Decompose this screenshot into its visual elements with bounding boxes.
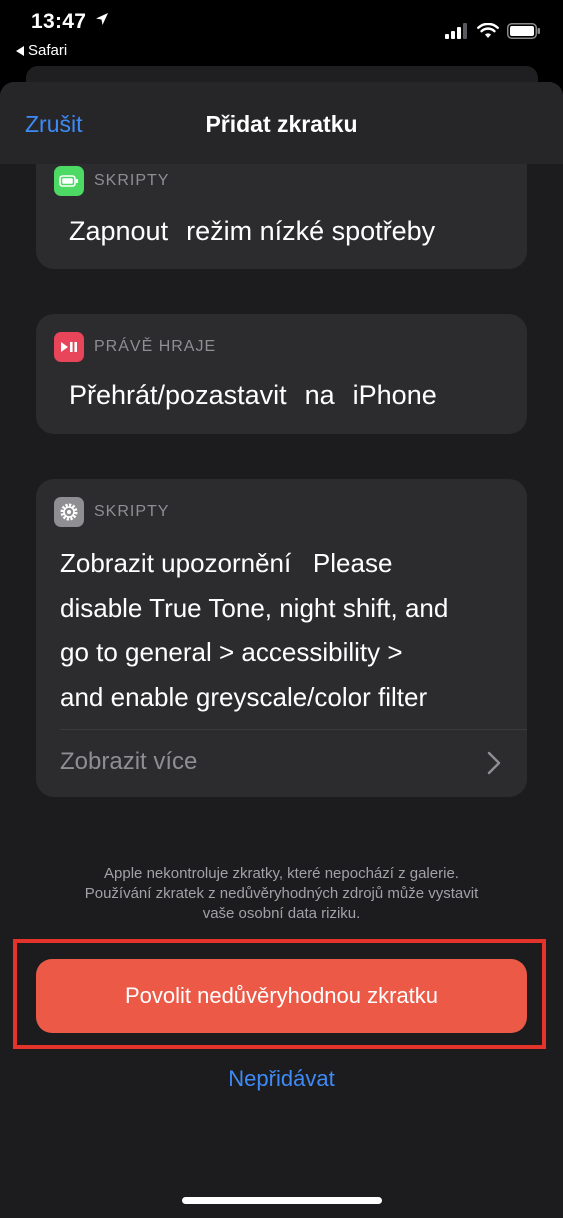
status-time: 13:47 (31, 10, 87, 33)
add-shortcut-sheet: SKRIPTY Zapnout režim nízké spotřeby PRÁV… (0, 82, 563, 1218)
untrusted-warning: Apple nekontroluje zkratky, které nepoch… (40, 864, 523, 924)
back-triangle-icon (16, 45, 24, 56)
action-card-notification: SKRIPTY Zobrazit upozornění Please disab… (36, 479, 527, 797)
show-more-label: Zobrazit více (60, 748, 198, 775)
battery-icon (54, 166, 84, 196)
action-category: PRÁVĚ HRAJE (94, 338, 217, 355)
warning-line: Používání zkratek z nedůvěryhodných zdro… (84, 885, 479, 902)
allow-untrusted-shortcut-button[interactable]: Povolit nedůvěryhodnou zkratku (36, 959, 527, 1033)
location-arrow-icon (95, 12, 109, 31)
battery-icon (507, 23, 541, 44)
action-summary: Zapnout režim nízké spotřeby (69, 216, 435, 247)
notification-line: and enable greyscale/color filter (60, 681, 428, 712)
action-token: na (304, 380, 335, 410)
wifi-icon (477, 22, 499, 44)
action-category: SKRIPTY (94, 172, 170, 189)
action-token: Zapnout (69, 216, 169, 246)
status-bar: 13:47 Safari (0, 0, 563, 70)
notification-line: Zobrazit upozornění Please (60, 548, 393, 578)
notification-line: disable True Tone, night shift, and (60, 592, 449, 623)
notification-line: go to general > accessibility > (60, 637, 403, 667)
show-more-row[interactable]: Zobrazit více (36, 730, 527, 796)
home-indicator[interactable] (182, 1197, 382, 1204)
action-summary: Přehrát/pozastavit na iPhone (69, 380, 437, 411)
action-token: režim nízké spotřeby (186, 216, 436, 246)
navigation-bar: Zrušit Přidat zkratku (0, 82, 563, 164)
warning-line: vaše osobní data riziku. (202, 905, 361, 922)
action-token: iPhone (352, 380, 437, 410)
chevron-right-icon (487, 751, 501, 780)
dont-add-button[interactable]: Nepřidávat (0, 1066, 563, 1092)
gear-icon (54, 497, 84, 527)
back-to-app-link[interactable]: Safari (16, 42, 67, 59)
cellular-signal-icon (445, 23, 469, 44)
action-token: Přehrát/pozastavit (69, 380, 287, 410)
warning-line: Apple nekontroluje zkratky, které nepoch… (104, 865, 459, 882)
page-title: Přidat zkratku (205, 111, 358, 137)
play-pause-icon (54, 332, 84, 362)
action-card-play-pause: PRÁVĚ HRAJE Přehrát/pozastavit na iPhone (36, 314, 527, 434)
action-category: SKRIPTY (94, 503, 170, 520)
back-app-label: Safari (28, 42, 68, 59)
notification-text: Zobrazit upozornění Please disable True … (60, 541, 515, 719)
